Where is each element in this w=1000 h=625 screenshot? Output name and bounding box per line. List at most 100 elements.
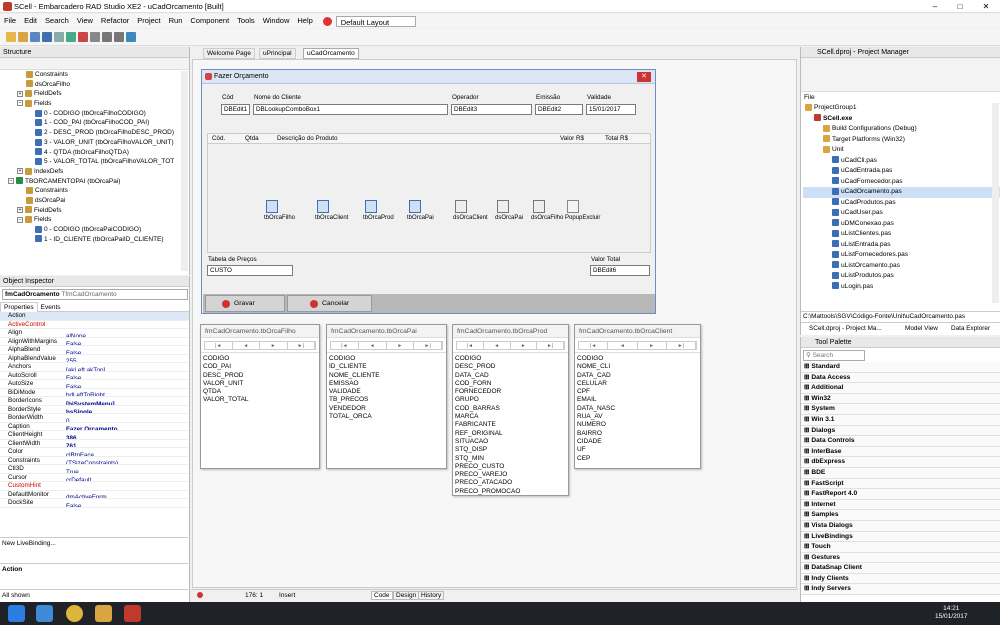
dataset-navigator[interactable]: |◄ ◄ ► ►| <box>204 341 316 350</box>
windows-start-icon[interactable] <box>8 605 25 622</box>
property-grid[interactable]: Action ActiveControl Align alNone AlignWithM… <box>0 312 189 508</box>
tree-item[interactable]: + FieldDefs <box>4 89 189 99</box>
back-icon[interactable] <box>102 32 112 42</box>
field-item[interactable]: DATA_CAD <box>455 372 568 380</box>
property-row[interactable]: AutoScroll False <box>0 372 189 380</box>
structure-tree[interactable]: Constraints dsOrcaFilho + FieldDefs − Fields 0… <box>0 70 189 244</box>
palette-category[interactable]: ⊞ InterBase <box>801 446 1000 458</box>
field-item[interactable]: VENDEDOR <box>329 405 446 413</box>
palette-category[interactable]: ⊞ Additional <box>801 383 1000 394</box>
tree-item[interactable]: 1 - COD_PAI (tbOrcaFilhoCOD_PAI) <box>4 118 189 128</box>
field-item[interactable]: CEP <box>577 455 700 463</box>
tree-item[interactable]: 4 - QTDA (tbOrcaFilhoQTDA) <box>4 148 189 158</box>
field-item[interactable]: EMAIL <box>577 396 700 404</box>
palette-category[interactable]: ⊞ Touch <box>801 542 1000 553</box>
property-row[interactable]: BorderWidth 0 <box>0 414 189 423</box>
tab-welcome-page[interactable]: Welcome Page <box>203 48 255 59</box>
field-item[interactable]: SITUACAO <box>455 438 568 446</box>
tree-item[interactable]: dsOrcaFilho <box>4 80 189 90</box>
component-dsorcaclient[interactable]: dsOrcaClient <box>453 200 488 221</box>
field-item[interactable]: DESC_PROD <box>203 372 319 380</box>
chrome-icon[interactable] <box>66 605 83 622</box>
tree-item[interactable]: + FieldDefs <box>4 206 189 216</box>
dataset-navigator[interactable]: |◄ ◄ ► ►| <box>578 341 697 350</box>
palette-category[interactable]: ⊞ LiveBindings <box>801 531 1000 543</box>
component-dsorcapai[interactable]: dsOrcaPai <box>495 200 523 221</box>
tree-item[interactable]: Constraints <box>4 186 189 196</box>
property-row[interactable]: Color clBtnFace <box>0 448 189 457</box>
project-item[interactable]: uCadCli.pas <box>803 156 1000 167</box>
layout-combo[interactable]: Default Layout <box>335 15 416 27</box>
menu-component[interactable]: Component <box>186 14 233 27</box>
property-row[interactable]: AlphaBlendValue 255 <box>0 355 189 363</box>
property-row[interactable]: Cursor crDefault <box>0 474 189 482</box>
palette-category[interactable]: ⊞ Indy Servers <box>801 584 1000 596</box>
menu-view[interactable]: View <box>73 14 97 27</box>
project-item[interactable]: Target Platforms (Win32) <box>803 135 1000 146</box>
palette-categories[interactable]: ⊞ Standard ⊞ Data Access ⊞ Additional ⊞ Win… <box>801 362 1000 596</box>
palette-category[interactable]: ⊞ Standard <box>801 362 1000 373</box>
close-button[interactable]: ✕ <box>976 0 996 13</box>
menu-edit[interactable]: Edit <box>20 14 41 27</box>
field-item[interactable]: UF <box>577 446 700 454</box>
palette-category[interactable]: ⊞ dbExpress <box>801 457 1000 468</box>
component-dsorcafilho[interactable]: dsOrcaFilho <box>531 200 563 221</box>
property-row[interactable]: DefaultMonitor dmActiveForm <box>0 491 189 499</box>
project-item[interactable]: uListProdutos.pas <box>803 271 1000 282</box>
new-icon[interactable] <box>6 32 16 42</box>
tree-item[interactable]: 3 - VALOR_UNIT (tbOrcaFilhoVALOR_UNIT) <box>4 138 189 148</box>
field-item[interactable]: COD_FORN <box>455 380 568 388</box>
palette-category[interactable]: ⊞ FastReport 4.0 <box>801 489 1000 500</box>
project-item[interactable]: uLogin.pas <box>803 282 1000 293</box>
field-item[interactable]: VALOR_UNIT <box>203 380 319 388</box>
field-item[interactable]: TB_PRECOS <box>329 396 446 404</box>
tab-code[interactable]: Code <box>371 591 393 600</box>
field-item[interactable]: DATA_NASC <box>577 405 700 413</box>
edit-emissao[interactable]: DBEdit2 <box>535 104 583 115</box>
component-tborcafilho[interactable]: tbOrcaFilho <box>264 200 295 221</box>
gravar-button[interactable]: Gravar <box>205 295 285 312</box>
field-item[interactable]: CPF <box>577 388 700 396</box>
field-item[interactable]: PRECO_PROMOCAO <box>455 488 568 496</box>
palette-search[interactable]: ⚲ Search <box>803 349 865 361</box>
field-item[interactable]: CODIGO <box>203 355 319 363</box>
dataset-field-list[interactable]: CODIGO COD_PAI DESC_PROD VALOR_UNIT QTDA VALO… <box>201 352 319 405</box>
project-item[interactable]: uDMConexao.pas <box>803 219 1000 230</box>
palette-category[interactable]: ⊞ DataSnap Client <box>801 563 1000 574</box>
file-explorer-icon[interactable] <box>36 605 53 622</box>
palette-category[interactable]: ⊞ Vista Dialogs <box>801 520 1000 532</box>
expand-icon[interactable]: − <box>17 216 23 223</box>
project-item[interactable]: uCadOrcamento.pas <box>803 187 1000 198</box>
save-all-icon[interactable] <box>42 32 52 42</box>
field-item[interactable]: DESC_PROD <box>455 363 568 371</box>
palette-category[interactable]: ⊞ Dialogs <box>801 425 1000 437</box>
project-item[interactable]: uCadFornecedor.pas <box>803 177 1000 188</box>
menu-refactor[interactable]: Refactor <box>97 14 133 27</box>
help-icon[interactable] <box>126 32 136 42</box>
tree-item[interactable]: − Fields <box>4 215 189 225</box>
dataset-field-list[interactable]: CODIGO DESC_PROD DATA_CAD COD_FORN FORNECEDO… <box>453 352 568 496</box>
expand-icon[interactable]: + <box>17 90 23 97</box>
dataset-tborcaprod[interactable]: fmCadOrcamento.tbOrcaProd |◄ ◄ ► ►| CODIGO DES… <box>452 324 569 496</box>
field-item[interactable]: PRECO_ATACADO <box>455 479 568 487</box>
palette-category[interactable]: ⊞ FastScript <box>801 478 1000 490</box>
tree-item[interactable]: + IndexDefs <box>4 167 189 177</box>
save-icon[interactable] <box>30 32 40 42</box>
field-item[interactable]: NOME_CLIENTE <box>329 372 446 380</box>
minimize-button[interactable]: – <box>925 0 945 13</box>
field-item[interactable]: CODIGO <box>577 355 700 363</box>
open-icon[interactable] <box>18 32 28 42</box>
menu-tools[interactable]: Tools <box>233 14 259 27</box>
tree-item[interactable]: 2 - DESC_PROD (tbOrcaFilhoDESC_PROD) <box>4 128 189 138</box>
field-item[interactable]: CELULAR <box>577 380 700 388</box>
field-item[interactable]: COD_BARRAS <box>455 405 568 413</box>
project-item[interactable]: uListClientes.pas <box>803 229 1000 240</box>
rad-studio-icon[interactable] <box>124 605 141 622</box>
combo-tabela-precos[interactable]: CUSTO <box>207 265 293 276</box>
field-item[interactable]: PRECO_CUSTO <box>455 463 568 471</box>
field-item[interactable]: DATA_CAD <box>577 372 700 380</box>
project-item[interactable]: SCell.exe <box>803 114 1000 125</box>
component-tborcaprod[interactable]: tbOrcaProd <box>363 200 394 221</box>
project-item[interactable]: uListFornecedores.pas <box>803 250 1000 261</box>
property-row[interactable]: Align alNone <box>0 329 189 338</box>
